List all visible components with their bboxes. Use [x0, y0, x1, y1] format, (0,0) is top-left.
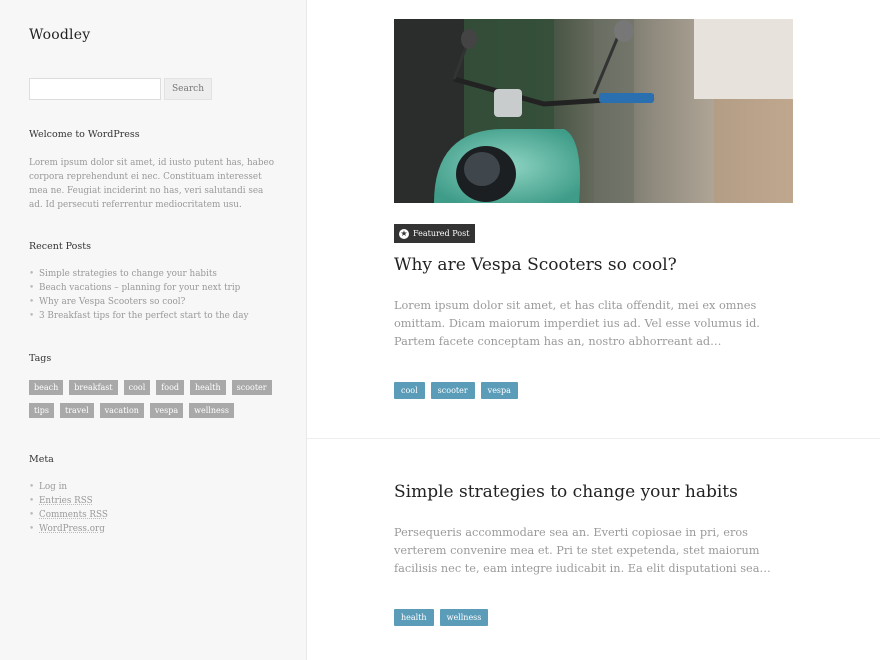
post-title[interactable]: Why are Vespa Scooters so cool? — [394, 255, 677, 275]
welcome-widget-title: Welcome to WordPress — [29, 129, 140, 140]
tag-link[interactable]: wellness — [189, 403, 234, 418]
post-tag-link[interactable]: health — [394, 609, 434, 626]
meta-login-link[interactable]: Log in — [29, 480, 108, 494]
tag-link[interactable]: food — [156, 380, 185, 395]
search-input[interactable] — [29, 78, 161, 100]
post-excerpt: Persequeris accommodare sea an. Everti c… — [394, 526, 771, 575]
post-divider — [307, 438, 880, 439]
search-form: Search — [29, 78, 212, 100]
welcome-text: Lorem ipsum dolor sit amet, id iusto put… — [29, 158, 275, 210]
tag-link[interactable]: health — [190, 380, 226, 395]
tags-title: Tags — [29, 353, 52, 364]
featured-post-badge: ★ Featured Post — [394, 224, 476, 243]
recent-post-link[interactable]: Beach vacations – planning for your next… — [29, 281, 249, 295]
recent-posts-list: Simple strategies to change your habits … — [29, 267, 249, 323]
tag-link[interactable]: tips — [29, 403, 54, 418]
tag-link[interactable]: beach — [29, 380, 64, 395]
featured-image[interactable] — [394, 19, 793, 203]
tag-link[interactable]: travel — [60, 403, 94, 418]
tag-link[interactable]: breakfast — [69, 380, 118, 395]
sidebar: Woodley Search Welcome to WordPress Lore… — [0, 0, 307, 660]
recent-post-link[interactable]: Simple strategies to change your habits — [29, 267, 249, 281]
recent-post-link[interactable]: Why are Vespa Scooters so cool? — [29, 295, 249, 309]
post-tag-link[interactable]: scooter — [430, 382, 475, 399]
post-tag-link[interactable]: vespa — [480, 382, 518, 399]
post-excerpt: Lorem ipsum dolor sit amet, et has clita… — [394, 299, 760, 348]
tag-link[interactable]: vacation — [99, 403, 144, 418]
star-icon: ★ — [399, 228, 409, 239]
tag-link[interactable]: vespa — [149, 403, 184, 418]
site-title[interactable]: Woodley — [29, 27, 90, 43]
post-tag-link[interactable]: wellness — [439, 609, 489, 626]
tag-link[interactable]: scooter — [231, 380, 272, 395]
meta-entries-rss-link[interactable]: Entries RSS — [29, 494, 108, 508]
tag-link[interactable]: cool — [123, 380, 151, 395]
post-title[interactable]: Simple strategies to change your habits — [394, 482, 738, 502]
meta-title: Meta — [29, 454, 54, 465]
tag-cloud: beach breakfast cool food health scooter… — [29, 380, 279, 418]
meta-list: Log in Entries RSS Comments RSS WordPres… — [29, 480, 108, 536]
vespa-scooter-image — [394, 19, 793, 203]
search-button[interactable]: Search — [164, 78, 212, 100]
post-tag-link[interactable]: cool — [394, 382, 425, 399]
recent-posts-title: Recent Posts — [29, 241, 91, 252]
meta-wordpress-org-link[interactable]: WordPress.org — [29, 522, 108, 536]
recent-post-link[interactable]: 3 Breakfast tips for the perfect start t… — [29, 309, 248, 323]
post-tags: health wellness — [394, 609, 489, 626]
meta-comments-rss-link[interactable]: Comments RSS — [29, 508, 108, 522]
featured-post-label: Featured Post — [413, 229, 470, 238]
post-tags: cool scooter vespa — [394, 382, 518, 399]
